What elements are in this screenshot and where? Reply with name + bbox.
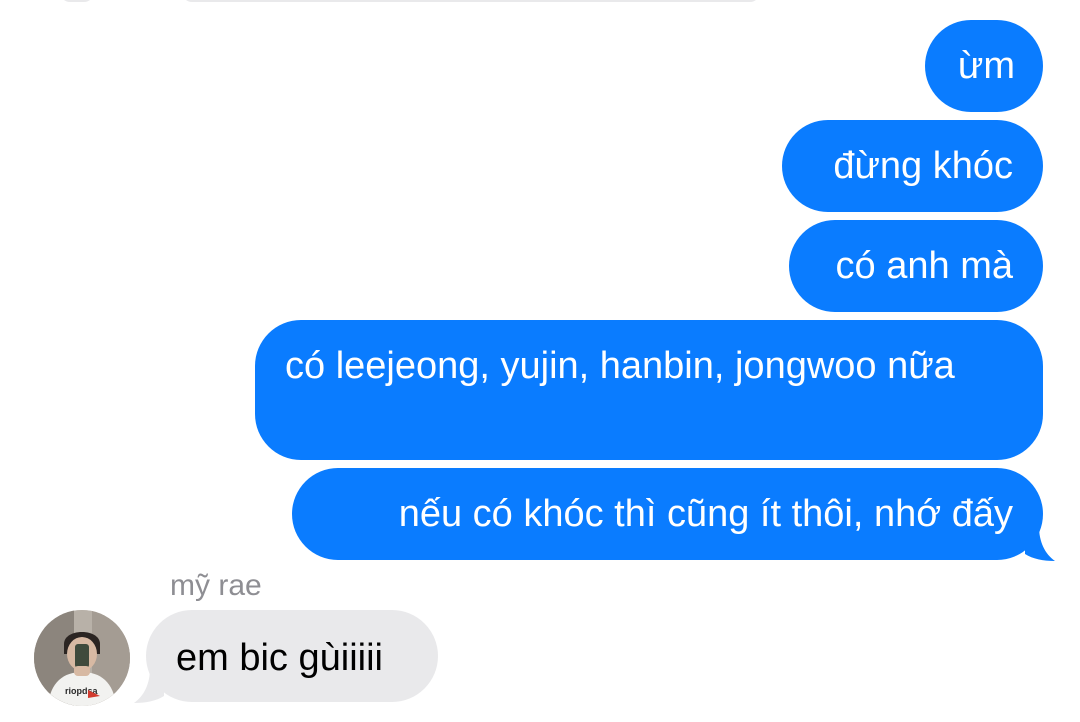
message-text: có leejeong, yujin, hanbin, jongwoo nữa — [285, 345, 955, 387]
profile-photo-icon: riopdsa — [34, 610, 130, 706]
outgoing-bubble-tail — [1025, 526, 1055, 561]
message-text: ừm — [957, 45, 1015, 87]
outgoing-message-bubble[interactable]: ừm — [925, 20, 1043, 112]
message-text: nếu có khóc thì cũng ít thôi, nhớ đấy — [398, 493, 1013, 535]
message-text: đừng khóc — [833, 145, 1013, 187]
incoming-message-bubble[interactable]: em bic gùiiiii — [146, 610, 438, 702]
sender-avatar[interactable]: riopdsa — [34, 610, 130, 706]
previous-message-remnant — [60, 0, 94, 2]
message-text: em bic gùiiiii — [176, 637, 383, 679]
outgoing-message-bubble[interactable]: nếu có khóc thì cũng ít thôi, nhớ đấy — [292, 468, 1043, 560]
message-text: có anh mà — [835, 245, 1013, 287]
outgoing-message-bubble[interactable]: có leejeong, yujin, hanbin, jongwoo nữa — [255, 320, 1043, 460]
sender-name: mỹ rae — [170, 569, 262, 602]
previous-message-remnant — [182, 0, 760, 2]
incoming-bubble-tail — [134, 668, 164, 703]
outgoing-message-bubble[interactable]: đừng khóc — [782, 120, 1043, 212]
outgoing-message-bubble[interactable]: có anh mà — [789, 220, 1043, 312]
